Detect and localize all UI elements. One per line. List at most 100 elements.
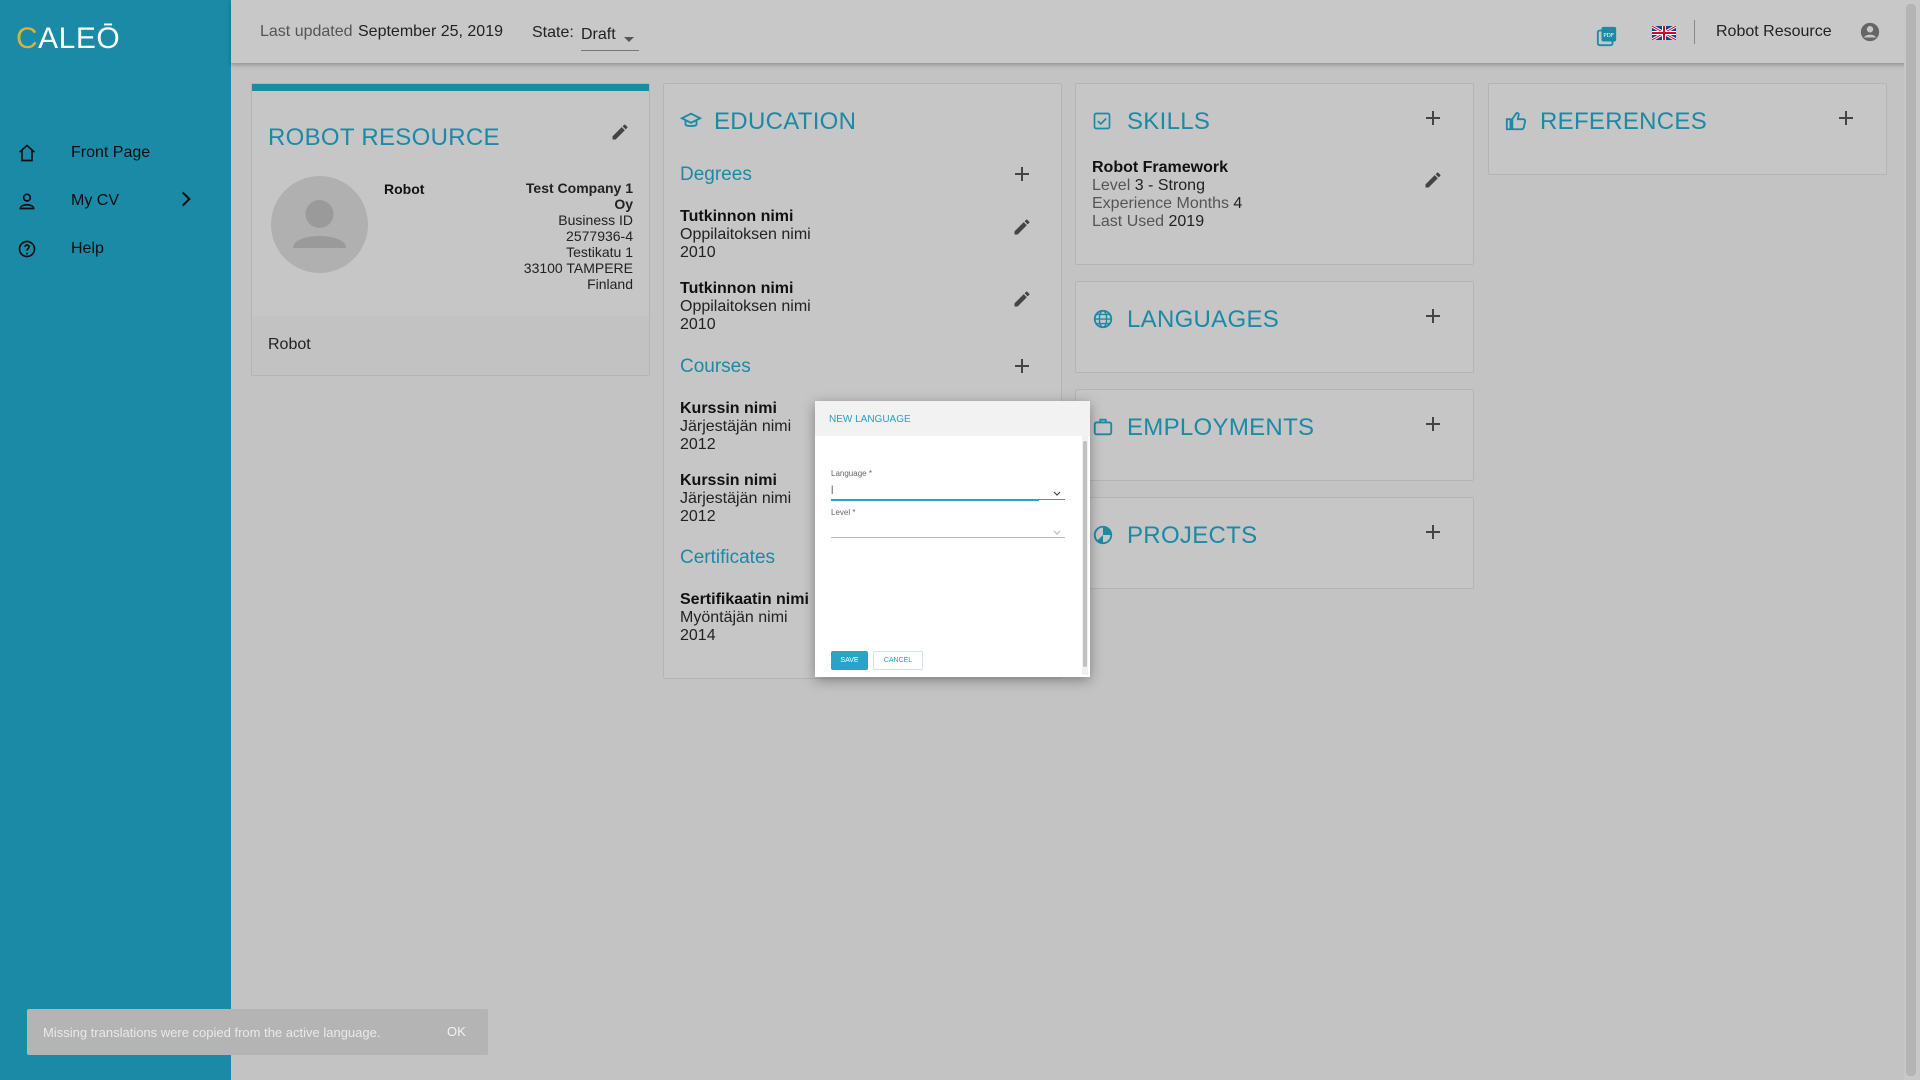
edit-skill-button[interactable] (1421, 168, 1445, 192)
pie-chart-icon (1092, 524, 1114, 551)
skill-item: Robot Framework Level 3 - Strong Experie… (1092, 159, 1243, 230)
uk-flag-icon[interactable] (1651, 24, 1677, 45)
language-field-label: Language * (831, 469, 872, 478)
graduation-cap-icon (679, 110, 703, 137)
references-title: REFERENCES (1540, 108, 1708, 135)
profile-card-accent (252, 84, 649, 91)
sidebar-item-label: My CV (71, 192, 119, 209)
person-icon (16, 190, 38, 212)
page-scrollbar-thumb[interactable] (1906, 4, 1916, 1076)
profile-company-suffix: Oy (614, 196, 633, 212)
add-skill-button[interactable] (1421, 106, 1445, 130)
pencil-icon (1425, 172, 1441, 188)
courses-title: Courses (680, 356, 751, 377)
edit-degree-button[interactable] (1010, 287, 1034, 311)
pdf-icon[interactable]: PDF (1596, 25, 1618, 52)
briefcase-icon (1092, 416, 1114, 443)
last-updated-value: September 25, 2019 (358, 23, 503, 40)
level-field-label: Level * (831, 508, 856, 517)
sidebar: CALEŌ Front Page My CV Help (0, 0, 231, 1080)
save-button[interactable]: SAVE (831, 651, 868, 670)
sidebar-item-help[interactable]: Help (0, 229, 231, 269)
last-updated-label: Last updated (260, 23, 353, 40)
sidebar-item-front-page[interactable]: Front Page (0, 133, 231, 173)
edit-profile-button[interactable] (608, 120, 632, 144)
account-circle-icon[interactable] (1859, 21, 1881, 48)
user-name[interactable]: Robot Resource (1716, 23, 1832, 41)
profile-street: Testikatu 1 (566, 244, 633, 260)
level-select[interactable] (831, 518, 1065, 536)
cancel-button[interactable]: CANCEL (873, 651, 923, 670)
language-field-focus-bar (831, 499, 1039, 501)
projects-title: PROJECTS (1127, 522, 1258, 549)
degree-item: Tutkinnon nimi Oppilaitoksen nimi 2010 (680, 280, 811, 333)
language-select-value: | (831, 484, 834, 494)
profile-footer: Robot (252, 316, 649, 375)
level-field-underline (831, 537, 1065, 538)
certificates-title: Certificates (680, 547, 776, 568)
skills-title: SKILLS (1127, 108, 1211, 135)
certificate-item: Sertifikaatin nimi Myöntäjän nimi 2014 (680, 591, 809, 644)
add-degree-button[interactable] (1010, 162, 1034, 186)
dialog-title: NEW LANGUAGE (829, 414, 911, 425)
course-item: Kurssin nimi Järjestäjän nimi 2012 (680, 400, 792, 453)
chevron-right-icon[interactable] (176, 189, 196, 214)
profile-footer-name: Robot (268, 336, 311, 353)
plus-icon (1426, 309, 1440, 323)
add-project-button[interactable] (1421, 520, 1445, 544)
projects-card: PROJECTS (1075, 497, 1474, 589)
avatar-person-icon (293, 200, 346, 248)
app-logo[interactable]: CALEŌ (16, 22, 120, 56)
languages-card: LANGUAGES (1075, 281, 1474, 373)
top-bar: Last updated September 25, 2019 State: D… (231, 0, 1920, 63)
plus-icon (1426, 417, 1440, 431)
state-select[interactable]: Draft (581, 22, 639, 51)
education-title: EDUCATION (714, 108, 857, 135)
edit-degree-button[interactable] (1010, 215, 1034, 239)
sidebar-item-label: Front Page (71, 144, 151, 161)
profile-city: 33100 TAMPERE (523, 260, 633, 276)
snackbar-ok-button[interactable]: OK (447, 1024, 466, 1039)
pencil-icon (1014, 219, 1030, 235)
avatar (271, 176, 368, 273)
plus-icon (1426, 525, 1440, 539)
course-item: Kurssin nimi Järjestäjän nimi 2012 (680, 472, 792, 525)
profile-first-name: Robot (384, 181, 425, 197)
dialog-scrollbar-thumb[interactable] (1083, 441, 1087, 667)
new-language-dialog: NEW LANGUAGE Language * | Level * SAVE C… (815, 401, 1090, 677)
profile-country: Finland (587, 276, 633, 292)
checkbox-icon (1092, 111, 1112, 136)
sidebar-item-label: Help (71, 240, 104, 257)
dialog-header: NEW LANGUAGE (815, 401, 1090, 436)
state-select-value: Draft (581, 26, 616, 43)
profile-company-block: Test Company 1 Oy Business ID 2577936-4 … (524, 180, 633, 292)
pencil-icon (612, 124, 628, 140)
plus-icon (1015, 359, 1029, 373)
state-label: State: (532, 24, 574, 41)
add-language-button[interactable] (1421, 304, 1445, 328)
globe-icon (1092, 308, 1114, 335)
degrees-title: Degrees (680, 164, 752, 185)
caret-down-icon (623, 31, 635, 49)
employments-title: EMPLOYMENTS (1127, 414, 1315, 441)
thumbs-up-icon (1505, 110, 1527, 137)
skills-card: SKILLS Robot Framework Level 3 - Strong … (1075, 83, 1474, 265)
svg-text:PDF: PDF (1603, 33, 1614, 39)
snackbar: Missing translations were copied from th… (27, 1009, 488, 1055)
business-id: 2577936-4 (566, 228, 633, 244)
sidebar-item-my-cv[interactable]: My CV (0, 181, 231, 221)
plus-icon (1015, 167, 1029, 181)
add-employment-button[interactable] (1421, 412, 1445, 436)
employments-card: EMPLOYMENTS (1075, 389, 1474, 481)
snackbar-message: Missing translations were copied from th… (43, 1025, 381, 1040)
add-reference-button[interactable] (1834, 106, 1858, 130)
add-course-button[interactable] (1010, 354, 1034, 378)
chevron-down-icon (1053, 523, 1061, 541)
help-circle-icon (16, 238, 38, 260)
profile-company: Test Company 1 (525, 180, 633, 196)
profile-card: ROBOT RESOURCE Robot Test Company 1 Oy B… (251, 83, 650, 376)
language-select[interactable]: | (831, 479, 1065, 499)
pencil-icon (1014, 291, 1030, 307)
plus-icon (1426, 111, 1440, 125)
degree-item: Tutkinnon nimi Oppilaitoksen nimi 2010 (680, 208, 811, 261)
